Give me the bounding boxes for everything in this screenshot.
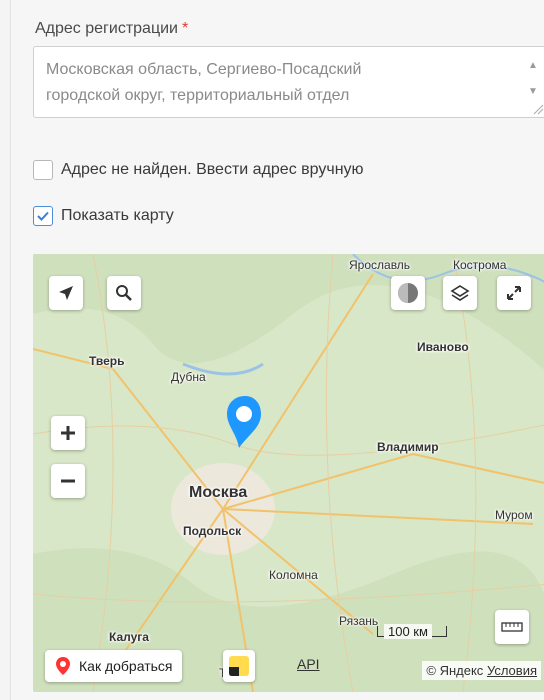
fullscreen-button[interactable] xyxy=(497,276,531,310)
city-label: Муром xyxy=(495,508,533,522)
city-label: Тверь xyxy=(89,354,125,368)
zoom-out-icon xyxy=(61,479,75,483)
city-label: Дубна xyxy=(171,370,206,384)
terms-link[interactable]: Условия xyxy=(487,663,537,678)
locate-arrow-icon xyxy=(59,286,73,300)
traffic-icon xyxy=(398,283,418,303)
show-map-label: Показать карту xyxy=(61,207,174,224)
map-scale: 100 км xyxy=(377,624,447,639)
copyright-text: © Яндекс xyxy=(426,663,484,678)
city-label: Владимир xyxy=(377,440,439,454)
map-background xyxy=(33,254,544,692)
scroll-down-icon[interactable]: ▼ xyxy=(528,79,538,105)
resize-grip-icon[interactable] xyxy=(532,103,544,115)
manual-address-checkbox[interactable] xyxy=(33,160,53,180)
zoom-in-icon xyxy=(61,426,75,440)
required-mark: * xyxy=(181,20,189,37)
layers-icon xyxy=(450,285,470,301)
route-button-label: Как добраться xyxy=(79,658,173,674)
city-label: Ярославль xyxy=(349,258,411,272)
textarea-scrollbar[interactable]: ▲ ▼ xyxy=(526,53,540,97)
layers-button[interactable] xyxy=(443,276,477,310)
zoom-in-button[interactable] xyxy=(51,416,85,450)
address-panel: Адрес регистрации * Московская область, С… xyxy=(10,0,544,700)
manual-address-label: Адрес не найден. Ввести адрес вручную xyxy=(61,161,364,178)
yandex-logo-button[interactable] xyxy=(223,650,255,682)
city-label: Коломна xyxy=(269,568,318,582)
address-line-1: Московская область, Сергиево-Посадский xyxy=(46,61,362,78)
locate-button[interactable] xyxy=(49,276,83,310)
show-map-checkbox[interactable] xyxy=(33,206,53,226)
show-map-checkbox-row[interactable]: Показать карту xyxy=(33,206,174,226)
map-marker-icon[interactable] xyxy=(223,394,267,450)
city-label: Москва xyxy=(189,484,248,501)
address-textarea[interactable]: Московская область, Сергиево-Посадский г… xyxy=(33,46,544,118)
address-line-2: городской округ, территориальный отдел xyxy=(46,87,350,104)
api-link[interactable]: API xyxy=(297,656,320,672)
route-button[interactable]: Как добраться xyxy=(45,650,183,682)
city-label: Рязань xyxy=(339,614,379,628)
traffic-button[interactable] xyxy=(391,276,425,310)
city-label: Подольск xyxy=(183,524,242,538)
ruler-icon xyxy=(501,622,523,632)
city-label: Иваново xyxy=(417,340,469,354)
search-icon xyxy=(116,285,132,301)
scroll-up-icon[interactable]: ▲ xyxy=(528,53,538,79)
fullscreen-icon xyxy=(507,286,521,300)
city-label: Кострома xyxy=(453,258,507,272)
yandex-map[interactable]: Ярославль Кострома Иваново Тверь Дубна В… xyxy=(33,254,544,692)
route-pin-icon xyxy=(56,657,70,675)
manual-address-checkbox-row[interactable]: Адрес не найден. Ввести адрес вручную xyxy=(33,160,364,180)
ruler-button[interactable] xyxy=(495,610,529,644)
map-copyright: © Яндекс Условия xyxy=(422,661,541,680)
scale-label: 100 км xyxy=(384,624,432,639)
map-search-button[interactable] xyxy=(107,276,141,310)
zoom-out-button[interactable] xyxy=(51,464,85,498)
yandex-logo-icon xyxy=(229,656,249,676)
checkmark-icon xyxy=(37,211,49,221)
address-label: Адрес регистрации * xyxy=(35,20,189,37)
city-label: Калуга xyxy=(109,630,149,644)
